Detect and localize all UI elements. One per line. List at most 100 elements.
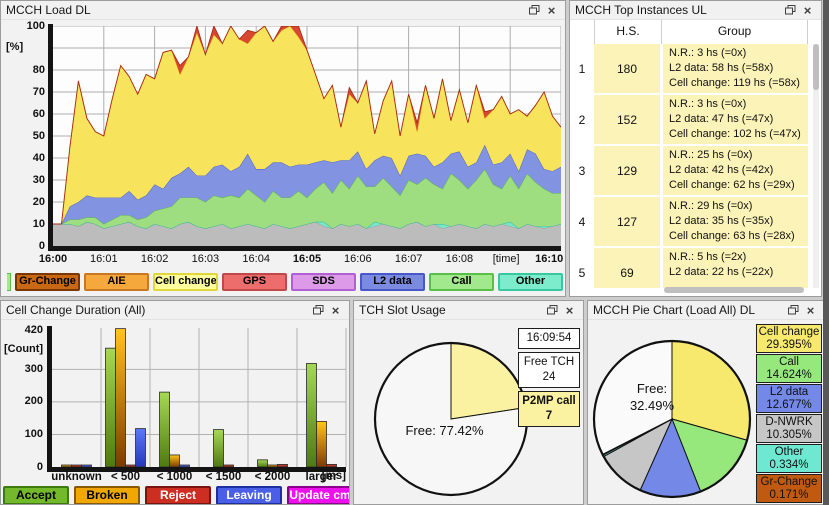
info-line: 7	[519, 409, 579, 424]
duration-bar-chart	[1, 320, 350, 476]
group-cell: N.R.: 3 hs (=0x)L2 data: 58 hs (=58x)Cel…	[663, 44, 808, 93]
restore-window-icon[interactable]	[526, 3, 543, 18]
group-line: N.R.: 3 hs (=0x)	[669, 46, 808, 61]
group-line: L2 data: 58 hs (=58x)	[669, 61, 808, 76]
free-percentage-label: Free: 77.42%	[372, 423, 517, 438]
hs-value-cell: 129	[594, 146, 660, 195]
panel-title: TCH Slot Usage	[359, 303, 544, 317]
legend-button-leaving[interactable]: Leaving	[216, 486, 282, 505]
row-rank: 1	[570, 62, 594, 76]
table-row-3[interactable]: 3129N.R.: 25 hs (=0x)L2 data: 42 hs (=42…	[570, 146, 821, 195]
x-category-2000: < 2000	[255, 471, 291, 483]
bar-accept-larger	[307, 363, 317, 467]
group-line: Cell change: 102 hs (=47x)	[669, 127, 808, 142]
titlebar-cell-change-duration: Cell Change Duration (All) ×	[1, 301, 349, 320]
bar-reject-500	[126, 465, 136, 467]
x-tick-1610: 16:10	[535, 253, 563, 265]
hs-value-cell: 69	[594, 248, 660, 288]
x-tick-time: [time]	[493, 253, 520, 265]
pie-legend-value: 14.624%	[757, 369, 821, 382]
legend-button-other[interactable]: Other	[498, 273, 563, 291]
legend-button-reject[interactable]: Reject	[145, 486, 211, 505]
group-line: N.R.: 3 hs (=0x)	[669, 97, 808, 112]
bar-leaving-unknown	[82, 465, 92, 467]
x-tick-1600: 16:00	[39, 253, 67, 265]
row-rank: 2	[570, 113, 594, 127]
legend-clipped-button[interactable]	[7, 273, 11, 291]
pie-legend-d-nwrk[interactable]: D-NWRK10.305%	[756, 414, 822, 443]
tch-pie-area: Free: 77.42% 16:09:54Free TCH24P2MP call…	[354, 320, 583, 504]
legend-button-update-cm[interactable]: Update cm	[287, 486, 350, 505]
group-cell: N.R.: 5 hs (=2x)L2 data: 22 hs (=22x)	[663, 248, 808, 288]
bar-leaving-500	[136, 429, 146, 467]
table-row-2[interactable]: 2152N.R.: 3 hs (=0x)L2 data: 47 hs (=47x…	[570, 95, 821, 144]
bar-broken-1000	[170, 455, 180, 467]
horizontal-scrollbar-thumb[interactable]	[664, 287, 804, 293]
close-icon[interactable]: ×	[327, 303, 344, 318]
close-icon[interactable]: ×	[802, 303, 819, 318]
panel-mcch-pie-chart: MCCH Pie Chart (Load All) DL × Free: 32.…	[587, 300, 825, 505]
table-row-1[interactable]: 1180N.R.: 3 hs (=0x)L2 data: 58 hs (=58x…	[570, 44, 821, 93]
panel-title: MCCH Top Instances UL	[575, 3, 782, 17]
close-icon[interactable]: ×	[543, 3, 560, 18]
legend-button-cell-change[interactable]: Cell change	[153, 273, 218, 291]
x-category-1000: < 1000	[157, 471, 193, 483]
info-line: 24	[519, 370, 579, 385]
group-line: Cell change: 62 hs (=29x)	[669, 178, 808, 193]
close-icon[interactable]: ×	[561, 303, 578, 318]
bar-reject-2000	[278, 464, 288, 467]
panel-title: MCCH Load DL	[6, 3, 526, 17]
tch-info-boxes: 16:09:54Free TCH24P2MP call7	[518, 328, 580, 430]
pie-legend-label: D-NWRK	[757, 416, 821, 429]
pie-legend-l2-data[interactable]: L2 data12.677%	[756, 384, 822, 413]
x-tick-1605: 16:05	[293, 253, 321, 265]
table-row-4[interactable]: 4127N.R.: 29 hs (=0x)L2 data: 35 hs (=35…	[570, 197, 821, 246]
pie-legend-call[interactable]: Call14.624%	[756, 354, 822, 383]
group-column-header[interactable]: Group	[661, 20, 808, 44]
pie-legend-value: 10.305%	[757, 429, 821, 442]
close-icon[interactable]: ×	[799, 3, 816, 18]
legend-button-call[interactable]: Call	[429, 273, 494, 291]
legend-button-aie[interactable]: AIE	[84, 273, 149, 291]
hs-column-header[interactable]: H.S.	[594, 20, 661, 44]
legend-button-l2-data[interactable]: L2 data	[360, 273, 425, 291]
info-line: Free TCH	[519, 355, 579, 370]
bar-reject-1500	[224, 465, 234, 467]
pie-legend-value: 29.395%	[757, 339, 821, 352]
x-tick-1606: 16:06	[344, 253, 372, 265]
restore-window-icon[interactable]	[782, 3, 799, 18]
y-tick-420: 420	[1, 324, 43, 336]
group-line: Cell change: 63 hs (=28x)	[669, 229, 808, 244]
vertical-scrollbar[interactable]	[813, 44, 819, 288]
y-tick-40: 40	[3, 152, 45, 164]
top-instances-table: H.S. Group 1180N.R.: 3 hs (=0x)L2 data: …	[570, 20, 821, 296]
group-cell: N.R.: 29 hs (=0x)L2 data: 35 hs (=35x)Ce…	[663, 197, 808, 246]
pie-legend-gr-change[interactable]: Gr-Change0.171%	[756, 474, 822, 503]
y-axis-unit-label: [%]	[6, 41, 23, 53]
table-header: H.S. Group	[570, 20, 821, 44]
y-tick-100: 100	[1, 428, 43, 440]
legend-button-gps[interactable]: GPS	[222, 273, 287, 291]
pie-legend: Cell change29.395%Call14.624%L2 data12.6…	[756, 324, 822, 504]
table-row-5[interactable]: 569N.R.: 5 hs (=2x)L2 data: 22 hs (=22x)	[570, 248, 821, 288]
legend-button-broken[interactable]: Broken	[74, 486, 140, 505]
y-tick-60: 60	[3, 108, 45, 120]
bar-broken-500	[116, 329, 126, 467]
panel-cell-change-duration: Cell Change Duration (All) × [Count] 420…	[0, 300, 350, 505]
x-tick-1602: 16:02	[141, 253, 169, 265]
bar-accept-500	[106, 348, 116, 467]
restore-window-icon[interactable]	[310, 303, 327, 318]
vertical-scrollbar-thumb[interactable]	[813, 44, 819, 90]
pie-legend-other[interactable]: Other0.334%	[756, 444, 822, 473]
legend-button-sds[interactable]: SDS	[291, 273, 356, 291]
y-tick-300: 300	[1, 363, 43, 375]
pie-legend-cell-change[interactable]: Cell change29.395%	[756, 324, 822, 353]
group-line: L2 data: 22 hs (=22x)	[669, 265, 808, 280]
restore-window-icon[interactable]	[544, 303, 561, 318]
restore-window-icon[interactable]	[785, 303, 802, 318]
bar-broken-larger	[317, 421, 327, 467]
horizontal-scrollbar[interactable]	[594, 287, 808, 293]
legend-button-accept[interactable]: Accept	[3, 486, 69, 505]
group-cell: N.R.: 25 hs (=0x)L2 data: 42 hs (=42x)Ce…	[663, 146, 808, 195]
legend-button-gr-change[interactable]: Gr-Change	[15, 273, 80, 291]
